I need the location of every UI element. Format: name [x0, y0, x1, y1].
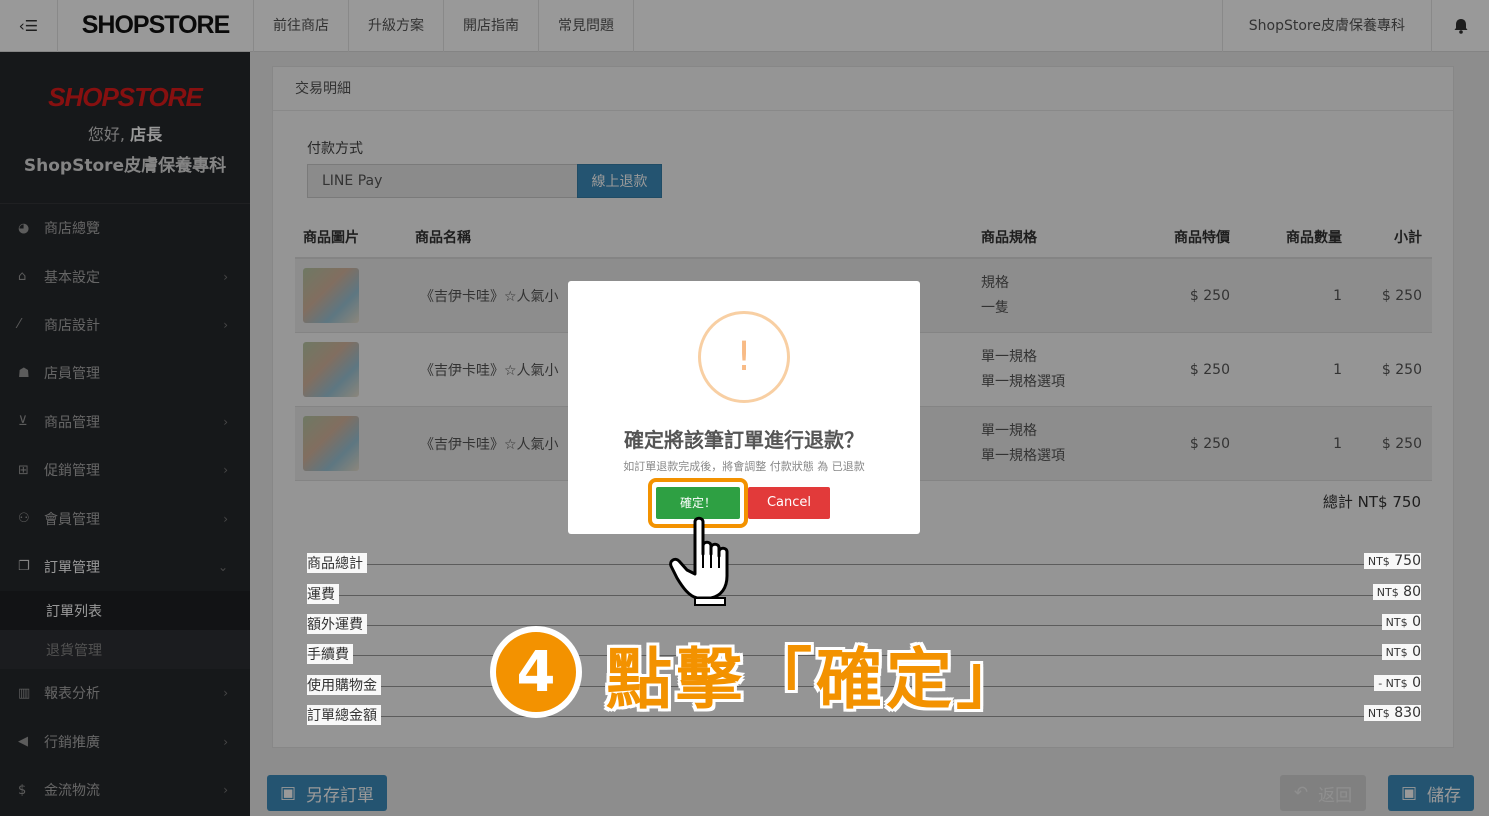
- amount: 750: [1394, 553, 1421, 569]
- amount: 0: [1412, 614, 1421, 630]
- dialog-title: 確定將該筆訂單進行退款？: [624, 428, 864, 452]
- confirm-refund-dialog: ! 確定將該筆訂單進行退款？ 如訂單退款完成後，將會調整 付款狀態 為 已退款 …: [568, 281, 920, 534]
- summary-value: - NT$ 0: [1374, 675, 1421, 691]
- summary-label: 運費: [307, 584, 339, 604]
- currency: NT$: [1367, 707, 1390, 720]
- amount: 80: [1403, 584, 1421, 600]
- step-instruction: 點擊「確定」: [606, 641, 1026, 718]
- summary-label: 使用購物金: [307, 675, 381, 695]
- summary-label: 商品總計: [307, 553, 367, 573]
- summary-value: NT$ 830: [1363, 705, 1421, 721]
- currency: - NT$: [1378, 677, 1408, 690]
- amount: 0: [1412, 675, 1421, 691]
- summary-label: 手續費: [307, 644, 353, 664]
- currency: NT$: [1376, 586, 1399, 599]
- summary-label: 訂單總金額: [307, 705, 381, 725]
- dialog-text: 如訂單退款完成後，將會調整 付款狀態 為 已退款: [623, 460, 865, 473]
- summary-value: NT$ 80: [1372, 584, 1421, 600]
- hand-pointer-icon: [669, 516, 729, 606]
- confirm-button[interactable]: 確定！: [656, 487, 740, 519]
- amount: 830: [1394, 705, 1421, 721]
- currency: NT$: [1385, 616, 1408, 629]
- warning-icon: !: [698, 311, 790, 403]
- cancel-button[interactable]: Cancel: [748, 487, 830, 519]
- summary-value: NT$ 0: [1381, 614, 1421, 630]
- summary-value: NT$ 0: [1381, 644, 1421, 660]
- summary-value: NT$ 750: [1363, 553, 1421, 569]
- currency: NT$: [1385, 646, 1408, 659]
- currency: NT$: [1367, 555, 1390, 568]
- summary-label: 額外運費: [307, 614, 367, 634]
- amount: 0: [1412, 644, 1421, 660]
- step-number-badge: 4: [490, 626, 582, 718]
